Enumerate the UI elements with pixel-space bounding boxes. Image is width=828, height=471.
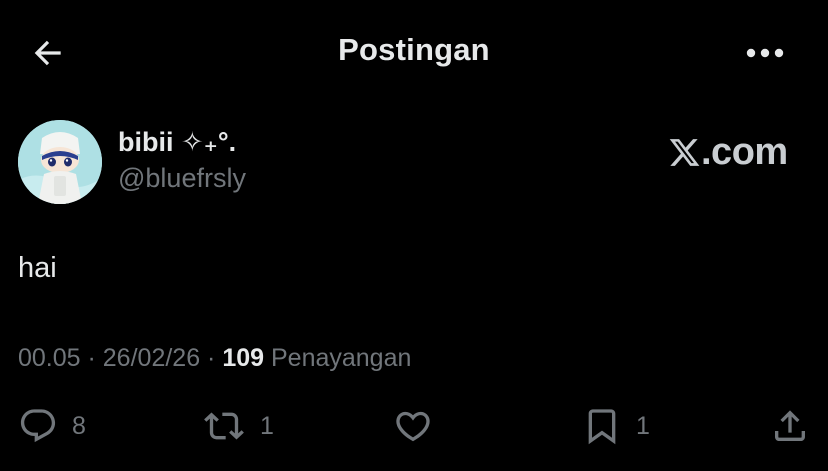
bookmark-count: 1 <box>636 411 650 440</box>
views-label: Penayangan <box>264 344 412 372</box>
repost-icon <box>202 406 246 446</box>
author-handle[interactable]: @bluefrsly <box>118 163 246 194</box>
author-name[interactable]: bibii ✧₊°. <box>118 127 236 158</box>
watermark-text: .com <box>701 130 788 173</box>
bookmark-icon <box>582 406 622 446</box>
reply-button[interactable]: 8 <box>18 404 86 448</box>
more-options-button[interactable] <box>740 33 790 73</box>
post-date[interactable]: 26/02/26 <box>103 344 200 372</box>
share-button[interactable] <box>770 404 810 448</box>
meta-separator: · <box>200 344 223 372</box>
reply-icon <box>18 406 58 446</box>
bookmark-button[interactable]: 1 <box>582 404 650 448</box>
meta-separator: · <box>80 344 103 372</box>
post-text: hai <box>18 252 57 284</box>
share-icon <box>770 406 810 446</box>
repost-count: 1 <box>260 411 274 440</box>
post-time[interactable]: 00.05 <box>18 344 81 372</box>
reply-count: 8 <box>72 411 86 440</box>
views-count: 109 <box>222 344 265 372</box>
x-com-watermark: .com <box>668 130 788 173</box>
repost-button[interactable]: 1 <box>202 404 274 448</box>
post-meta: 00.05 · 26/02/26 · 109 Penayangan <box>18 344 411 373</box>
heart-icon <box>392 406 434 446</box>
page-title: Postingan <box>338 32 490 67</box>
x-logo-icon <box>668 136 701 169</box>
like-button[interactable] <box>392 404 448 448</box>
top-bar: Postingan <box>0 0 828 104</box>
more-horizontal-icon <box>745 47 785 59</box>
avatar[interactable] <box>18 120 102 204</box>
